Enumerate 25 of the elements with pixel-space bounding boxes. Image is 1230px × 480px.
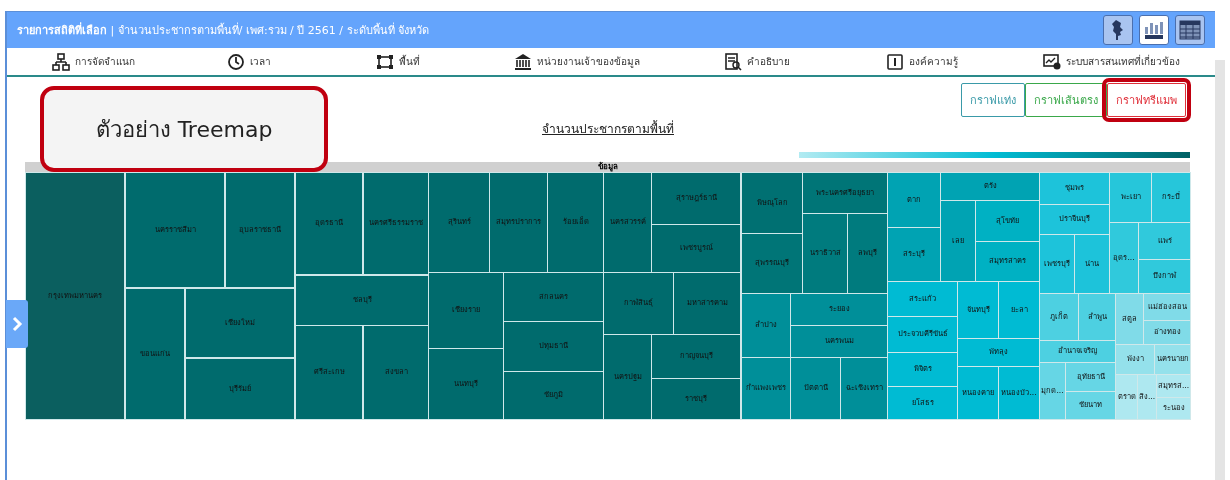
document-icon <box>724 52 742 71</box>
area-icon <box>376 52 394 71</box>
building-icon <box>514 52 532 71</box>
nav-item[interactable]: การจัดจำแนก <box>7 52 179 71</box>
nav-item[interactable]: ระบบสารสนเทศที่เกี่ยวข้อง <box>1007 52 1215 71</box>
chart-view-button[interactable] <box>1139 15 1169 45</box>
table-icon <box>1178 18 1202 42</box>
nav-item[interactable]: คำอธิบาย <box>677 52 837 71</box>
system-icon <box>1042 52 1061 71</box>
chart-type-button[interactable]: กราฟเส้นตรง <box>1025 83 1107 117</box>
clock-icon <box>227 52 245 71</box>
nav-item[interactable]: หน่วยงานเจ้าของข้อมูล <box>477 52 677 71</box>
side-panel-toggle[interactable] <box>6 300 28 348</box>
chevron-right-icon <box>11 316 23 332</box>
hierarchy-icon <box>51 52 70 71</box>
chart-title: จำนวนประชากรตามพื้นที่ <box>542 122 674 136</box>
nav-item[interactable]: องค์ความรู้ <box>837 52 1007 71</box>
nav-item[interactable]: พื้นที่ <box>319 52 477 71</box>
nav-item[interactable]: เวลา <box>179 52 319 71</box>
chart-type-button[interactable]: กราฟแท่ง <box>961 83 1025 117</box>
report-title: รายการสถิติที่เลือก | จำนวนประชากรตามพื้นที่/ เพศ:รวม / ปี 2561 / ระดับพื้นที่ จังหวัด <box>17 21 429 39</box>
scrollbar[interactable] <box>1215 60 1225 480</box>
map-view-button[interactable] <box>1103 15 1133 45</box>
callout-label: ตัวอย่าง Treemap <box>40 86 328 172</box>
table-view-button[interactable] <box>1175 15 1205 45</box>
